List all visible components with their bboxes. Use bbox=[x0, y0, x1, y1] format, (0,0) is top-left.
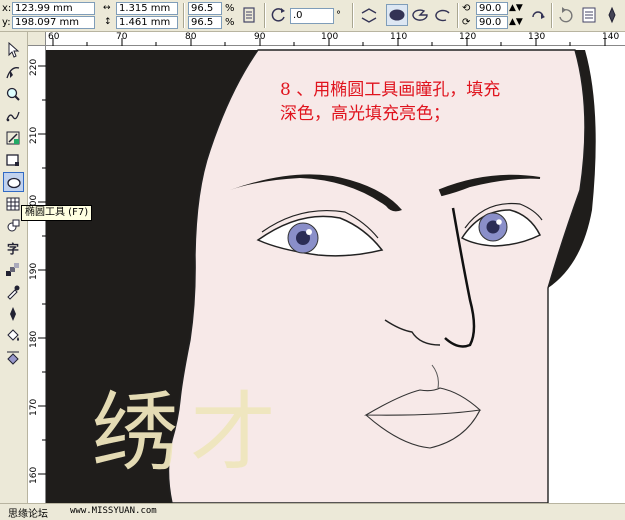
ruler-label: 160 bbox=[29, 466, 39, 484]
instruction-line: 8 、用椭圆工具画瞳孔，填充 bbox=[280, 80, 501, 100]
end-angle-field[interactable]: 90.0 bbox=[476, 16, 508, 29]
zoom-tool-icon bbox=[6, 87, 20, 101]
ellipse-tool-button[interactable] bbox=[3, 172, 24, 192]
text-tool-button[interactable]: 字 bbox=[3, 238, 24, 258]
ellipse-mode-button[interactable] bbox=[386, 4, 408, 26]
ruler-label: 190 bbox=[29, 262, 39, 280]
ellipse-tool-icon bbox=[7, 177, 21, 189]
y-position-field[interactable]: 198.097 mm bbox=[12, 16, 95, 29]
interactive-fill-tool-button[interactable] bbox=[3, 348, 24, 368]
mirror-button[interactable] bbox=[358, 4, 380, 26]
watermark-text: 绣才 bbox=[92, 383, 288, 483]
rectangle-tool-icon bbox=[6, 154, 19, 166]
ruler-label: 180 bbox=[29, 330, 39, 348]
rotate-icon bbox=[268, 4, 290, 26]
smart-fill-tool-button[interactable] bbox=[3, 128, 24, 148]
pick-tool-icon bbox=[8, 42, 20, 58]
ruler-label: 80 bbox=[185, 32, 197, 42]
shape-tool-button[interactable] bbox=[3, 62, 24, 82]
wrap-text-button[interactable] bbox=[555, 4, 577, 26]
ruler-label: 120 bbox=[459, 32, 477, 42]
property-bar: x: 123.99 mm y: 198.097 mm ↔ 1.315 mm ↕ … bbox=[0, 0, 625, 32]
end-angle-spin-icon[interactable]: ▲▼ bbox=[509, 16, 523, 29]
horizontal-ruler[interactable]: 60 70 80 90 100 110 120 130 140 bbox=[46, 32, 625, 46]
y-label: y: bbox=[2, 17, 11, 28]
svg-text:字: 字 bbox=[7, 241, 19, 256]
height-field[interactable]: 1.461 mm bbox=[116, 16, 178, 29]
ruler-label: 60 bbox=[48, 32, 60, 42]
freehand-tool-icon bbox=[6, 111, 20, 122]
toolbox: 字 bbox=[0, 32, 28, 503]
instruction-line: 深色，高光填充亮色； bbox=[280, 104, 450, 124]
eyedropper-tool-button[interactable] bbox=[3, 282, 24, 302]
eyedropper-tool-icon bbox=[7, 285, 20, 300]
drawing-canvas[interactable]: 8 、用椭圆工具画瞳孔，填充 深色，高光填充亮色； 绣才 bbox=[46, 46, 625, 503]
shape-tool-icon bbox=[6, 67, 20, 79]
tool-tooltip: 椭圆工具 (F7) bbox=[21, 205, 93, 221]
lock-ratio-button[interactable] bbox=[238, 4, 260, 26]
outline-pen-button[interactable] bbox=[601, 4, 623, 26]
basic-shapes-tool-icon bbox=[7, 219, 20, 232]
scale-y-percent: % bbox=[225, 17, 235, 28]
pie-mode-button[interactable] bbox=[409, 4, 431, 26]
ruler-label: 140 bbox=[602, 32, 620, 42]
interactive-blend-tool-icon bbox=[6, 263, 19, 276]
rotation-field[interactable]: .0 bbox=[290, 8, 334, 24]
zoom-tool-button[interactable] bbox=[3, 84, 24, 104]
text-tool-icon: 字 bbox=[7, 241, 19, 256]
width-icon: ↔ bbox=[103, 3, 111, 13]
instruction-text: 8 、用椭圆工具画瞳孔，填充 深色，高光填充亮色； bbox=[280, 78, 580, 126]
x-label: x: bbox=[2, 3, 12, 14]
scale-y-field[interactable]: 96.5 bbox=[188, 16, 222, 29]
convert-to-curves-button[interactable] bbox=[578, 4, 600, 26]
scale-x-field[interactable]: 96.5 bbox=[188, 2, 222, 15]
site-url: www.MISSYUAN.com bbox=[70, 506, 157, 516]
width-field[interactable]: 1.315 mm bbox=[116, 2, 178, 15]
outline-tool-button[interactable] bbox=[3, 304, 24, 324]
ruler-label: 220 bbox=[29, 58, 39, 76]
rotation-unit: ° bbox=[336, 10, 341, 21]
x-position-field[interactable]: 123.99 mm bbox=[12, 2, 95, 15]
right-highlight bbox=[496, 219, 502, 225]
end-angle-icon: ⟳ bbox=[462, 17, 471, 28]
arc-mode-button[interactable] bbox=[432, 4, 454, 26]
start-angle-spin-icon[interactable]: ▲▼ bbox=[509, 2, 523, 15]
ruler-label: 210 bbox=[29, 126, 39, 144]
height-icon: ↕ bbox=[104, 17, 112, 27]
ruler-label: 100 bbox=[321, 32, 339, 42]
fill-tool-button[interactable] bbox=[3, 326, 24, 346]
outline-tool-icon bbox=[10, 307, 16, 321]
ruler-label: 110 bbox=[390, 32, 408, 42]
left-highlight bbox=[306, 229, 312, 235]
ruler-label: 130 bbox=[528, 32, 546, 42]
interactive-fill-tool-icon bbox=[7, 351, 19, 365]
scale-x-percent: % bbox=[225, 3, 235, 14]
fill-tool-icon bbox=[7, 329, 19, 341]
site-name: 思缘论坛 bbox=[8, 509, 48, 520]
freehand-tool-button[interactable] bbox=[3, 106, 24, 126]
ruler-label: 70 bbox=[116, 32, 128, 42]
ruler-label: 170 bbox=[29, 398, 39, 416]
rectangle-tool-button[interactable] bbox=[3, 150, 24, 170]
start-angle-icon: ⟲ bbox=[462, 3, 471, 14]
status-bar: 思缘论坛 www.MISSYUAN.com bbox=[0, 503, 625, 520]
ruler-label: 90 bbox=[254, 32, 266, 42]
pick-tool-button[interactable] bbox=[3, 40, 24, 60]
vertical-ruler[interactable]: 220 210 200 190 180 170 160 bbox=[28, 46, 46, 503]
ruler-corner[interactable] bbox=[28, 32, 46, 46]
interactive-blend-tool-button[interactable] bbox=[3, 260, 24, 280]
smart-fill-tool-icon bbox=[6, 131, 20, 145]
start-angle-field[interactable]: 90.0 bbox=[476, 2, 508, 15]
polygon-tool-icon bbox=[6, 197, 20, 211]
direction-button[interactable] bbox=[527, 4, 549, 26]
